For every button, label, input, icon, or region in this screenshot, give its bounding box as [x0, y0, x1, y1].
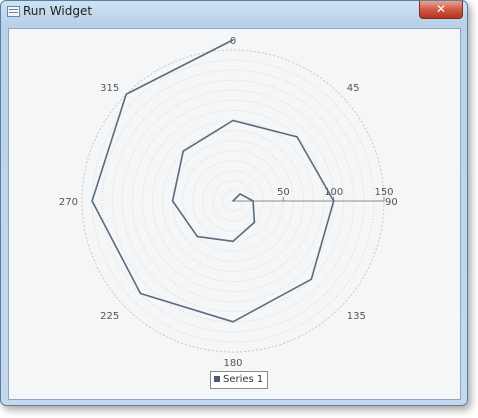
- series-point: [182, 150, 184, 152]
- series-point: [91, 200, 93, 202]
- close-button[interactable]: ✕: [419, 1, 463, 19]
- series-point: [332, 200, 335, 202]
- series-point: [252, 200, 254, 202]
- series-point: [239, 193, 241, 195]
- angle-label: 90: [385, 197, 398, 208]
- angle-label: 270: [59, 197, 78, 208]
- series-point: [139, 292, 142, 295]
- angle-label: 45: [347, 83, 360, 94]
- series-point: [232, 240, 234, 243]
- legend: Series 1: [210, 371, 269, 389]
- series-point: [296, 136, 298, 138]
- series-point: [232, 119, 234, 122]
- angle-label: 180: [223, 358, 242, 369]
- legend-label: Series 1: [223, 374, 264, 385]
- series-point: [310, 278, 313, 281]
- series-point: [171, 200, 174, 202]
- angle-label: 315: [100, 83, 119, 94]
- chart-area: 50 100 150 0 45 90 135 180 225 270 315 Series 1: [8, 28, 461, 400]
- series-point: [253, 221, 256, 224]
- series-point: [125, 93, 127, 95]
- series-point: [232, 200, 234, 202]
- angle-label: 225: [100, 311, 119, 322]
- series-point: [196, 235, 199, 238]
- radar-chart: 50 100 15004590135180225270315: [59, 36, 398, 369]
- radial-tick-label: 50: [277, 187, 290, 198]
- series-point: [232, 321, 234, 323]
- series-point: [232, 39, 234, 41]
- series-line: [91, 39, 335, 323]
- window-title: Run Widget: [23, 4, 93, 18]
- run-widget-window: Run Widget ✕ 50 100 150 0 45 90 135 180 225 270 31…: [0, 0, 468, 406]
- legend-swatch: [214, 376, 220, 382]
- window-app-icon: [7, 6, 20, 17]
- title-bar[interactable]: Run Widget ✕: [1, 1, 467, 23]
- angle-label: 135: [347, 311, 366, 322]
